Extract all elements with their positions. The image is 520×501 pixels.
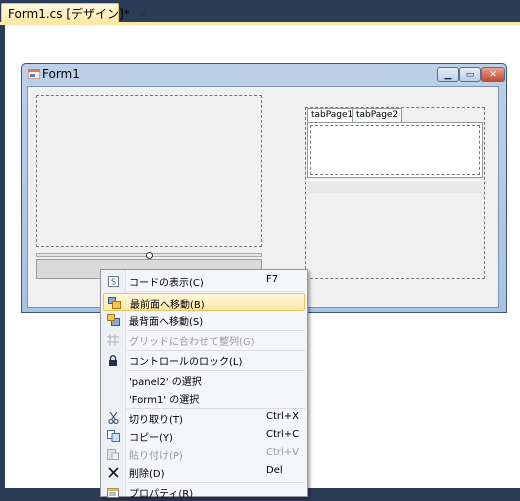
- maximize-icon: ▭: [465, 69, 475, 80]
- menu-item-view-code[interactable]: S コードの表示(C) F7: [103, 272, 305, 290]
- send-to-back-icon: [106, 313, 120, 327]
- minimize-button[interactable]: ▁: [437, 67, 459, 82]
- menu-item-select-form1[interactable]: 'Form1' の選択: [103, 389, 305, 407]
- menu-item-label: コピー(Y): [129, 433, 173, 444]
- properties-icon: [106, 485, 120, 499]
- menu-item-delete[interactable]: 削除(D) Del: [103, 463, 305, 481]
- copy-icon: [106, 429, 120, 443]
- menu-item-properties[interactable]: プロパティ(R): [103, 483, 305, 501]
- cut-icon: [106, 411, 120, 425]
- panel-strip: [307, 180, 483, 193]
- menu-item-copy[interactable]: コピー(Y) Ctrl+C: [103, 427, 305, 445]
- menu-item-label: グリッドに合わせて整列(G): [129, 337, 255, 348]
- menu-item-label: 最背面へ移動(S): [129, 317, 204, 328]
- document-tab-strip: Form1.cs [デザイン]* ✕: [0, 0, 520, 25]
- menu-item-shortcut: Ctrl+X: [266, 411, 300, 422]
- menu-item-align-to-grid[interactable]: グリッドに合わせて整列(G): [103, 331, 305, 349]
- minimize-icon: ▁: [444, 69, 452, 80]
- form-icon: [28, 69, 40, 79]
- menu-item-select-panel2[interactable]: 'panel2' の選択: [103, 371, 305, 389]
- document-tab-title: Form1.cs [デザイン]*: [8, 7, 130, 21]
- tab-page-inner-panel[interactable]: [310, 125, 480, 175]
- form-title: Form1: [42, 67, 80, 81]
- panel1[interactable]: [36, 95, 262, 247]
- menu-item-label: 削除(D): [129, 469, 165, 480]
- bring-to-front-icon: [107, 296, 121, 310]
- tab-label: tabPage2: [356, 110, 399, 120]
- menu-item-lock-controls[interactable]: コントロールのロック(L): [103, 351, 305, 369]
- menu-item-shortcut: Ctrl+C: [266, 429, 300, 440]
- tab-page-body[interactable]: [307, 122, 483, 178]
- menu-item-shortcut: Del: [266, 465, 283, 476]
- menu-item-label: 'Form1' の選択: [129, 395, 200, 406]
- menu-item-send-to-back[interactable]: 最背面へ移動(S): [103, 311, 305, 329]
- delete-icon: [106, 465, 120, 479]
- menu-item-label: 切り取り(T): [129, 415, 183, 426]
- form-close-button[interactable]: ✕: [481, 67, 505, 82]
- menu-item-label: 最前面へ移動(B): [130, 300, 205, 311]
- resize-grip[interactable]: [146, 252, 153, 259]
- paste-icon: [106, 447, 120, 461]
- maximize-button[interactable]: ▭: [459, 67, 481, 82]
- menu-item-label: コントロールのロック(L): [129, 357, 243, 368]
- align-to-grid-icon: [106, 333, 120, 347]
- menu-item-shortcut: F7: [266, 274, 279, 285]
- menu-separator: [127, 291, 305, 292]
- close-icon[interactable]: ✕: [138, 7, 148, 21]
- menu-item-label: 'panel2' の選択: [129, 377, 202, 388]
- tab-label: tabPage1: [311, 110, 354, 120]
- menu-item-cut[interactable]: 切り取り(T) Ctrl+X: [103, 409, 305, 427]
- close-icon: ✕: [489, 69, 497, 80]
- tab-tabpage2[interactable]: tabPage2: [352, 108, 403, 122]
- tab-control[interactable]: tabPage1 tabPage2: [307, 108, 483, 178]
- menu-item-paste[interactable]: 貼り付け(P) Ctrl+V: [103, 445, 305, 463]
- lock-icon: [106, 353, 120, 367]
- document-tab[interactable]: Form1.cs [デザイン]* ✕: [1, 3, 148, 23]
- menu-item-label: コードの表示(C): [129, 278, 204, 289]
- svg-text:S: S: [111, 277, 116, 286]
- menu-item-shortcut: Ctrl+V: [266, 447, 300, 458]
- context-menu: S コードの表示(C) F7 最前面へ移動(B) 最背面へ移動(S) グリッドに…: [100, 269, 308, 500]
- menu-item-label: 貼り付け(P): [129, 451, 183, 462]
- tab-tabpage1[interactable]: tabPage1: [307, 108, 358, 123]
- menu-item-label: プロパティ(R): [129, 489, 194, 500]
- view-code-icon: S: [106, 274, 120, 288]
- menu-item-bring-to-front[interactable]: 最前面へ移動(B): [103, 293, 305, 311]
- designer-surface[interactable]: Form1 ▁ ▭ ✕ tabPage1 tabPage2 S コードの表示(C…: [0, 25, 520, 500]
